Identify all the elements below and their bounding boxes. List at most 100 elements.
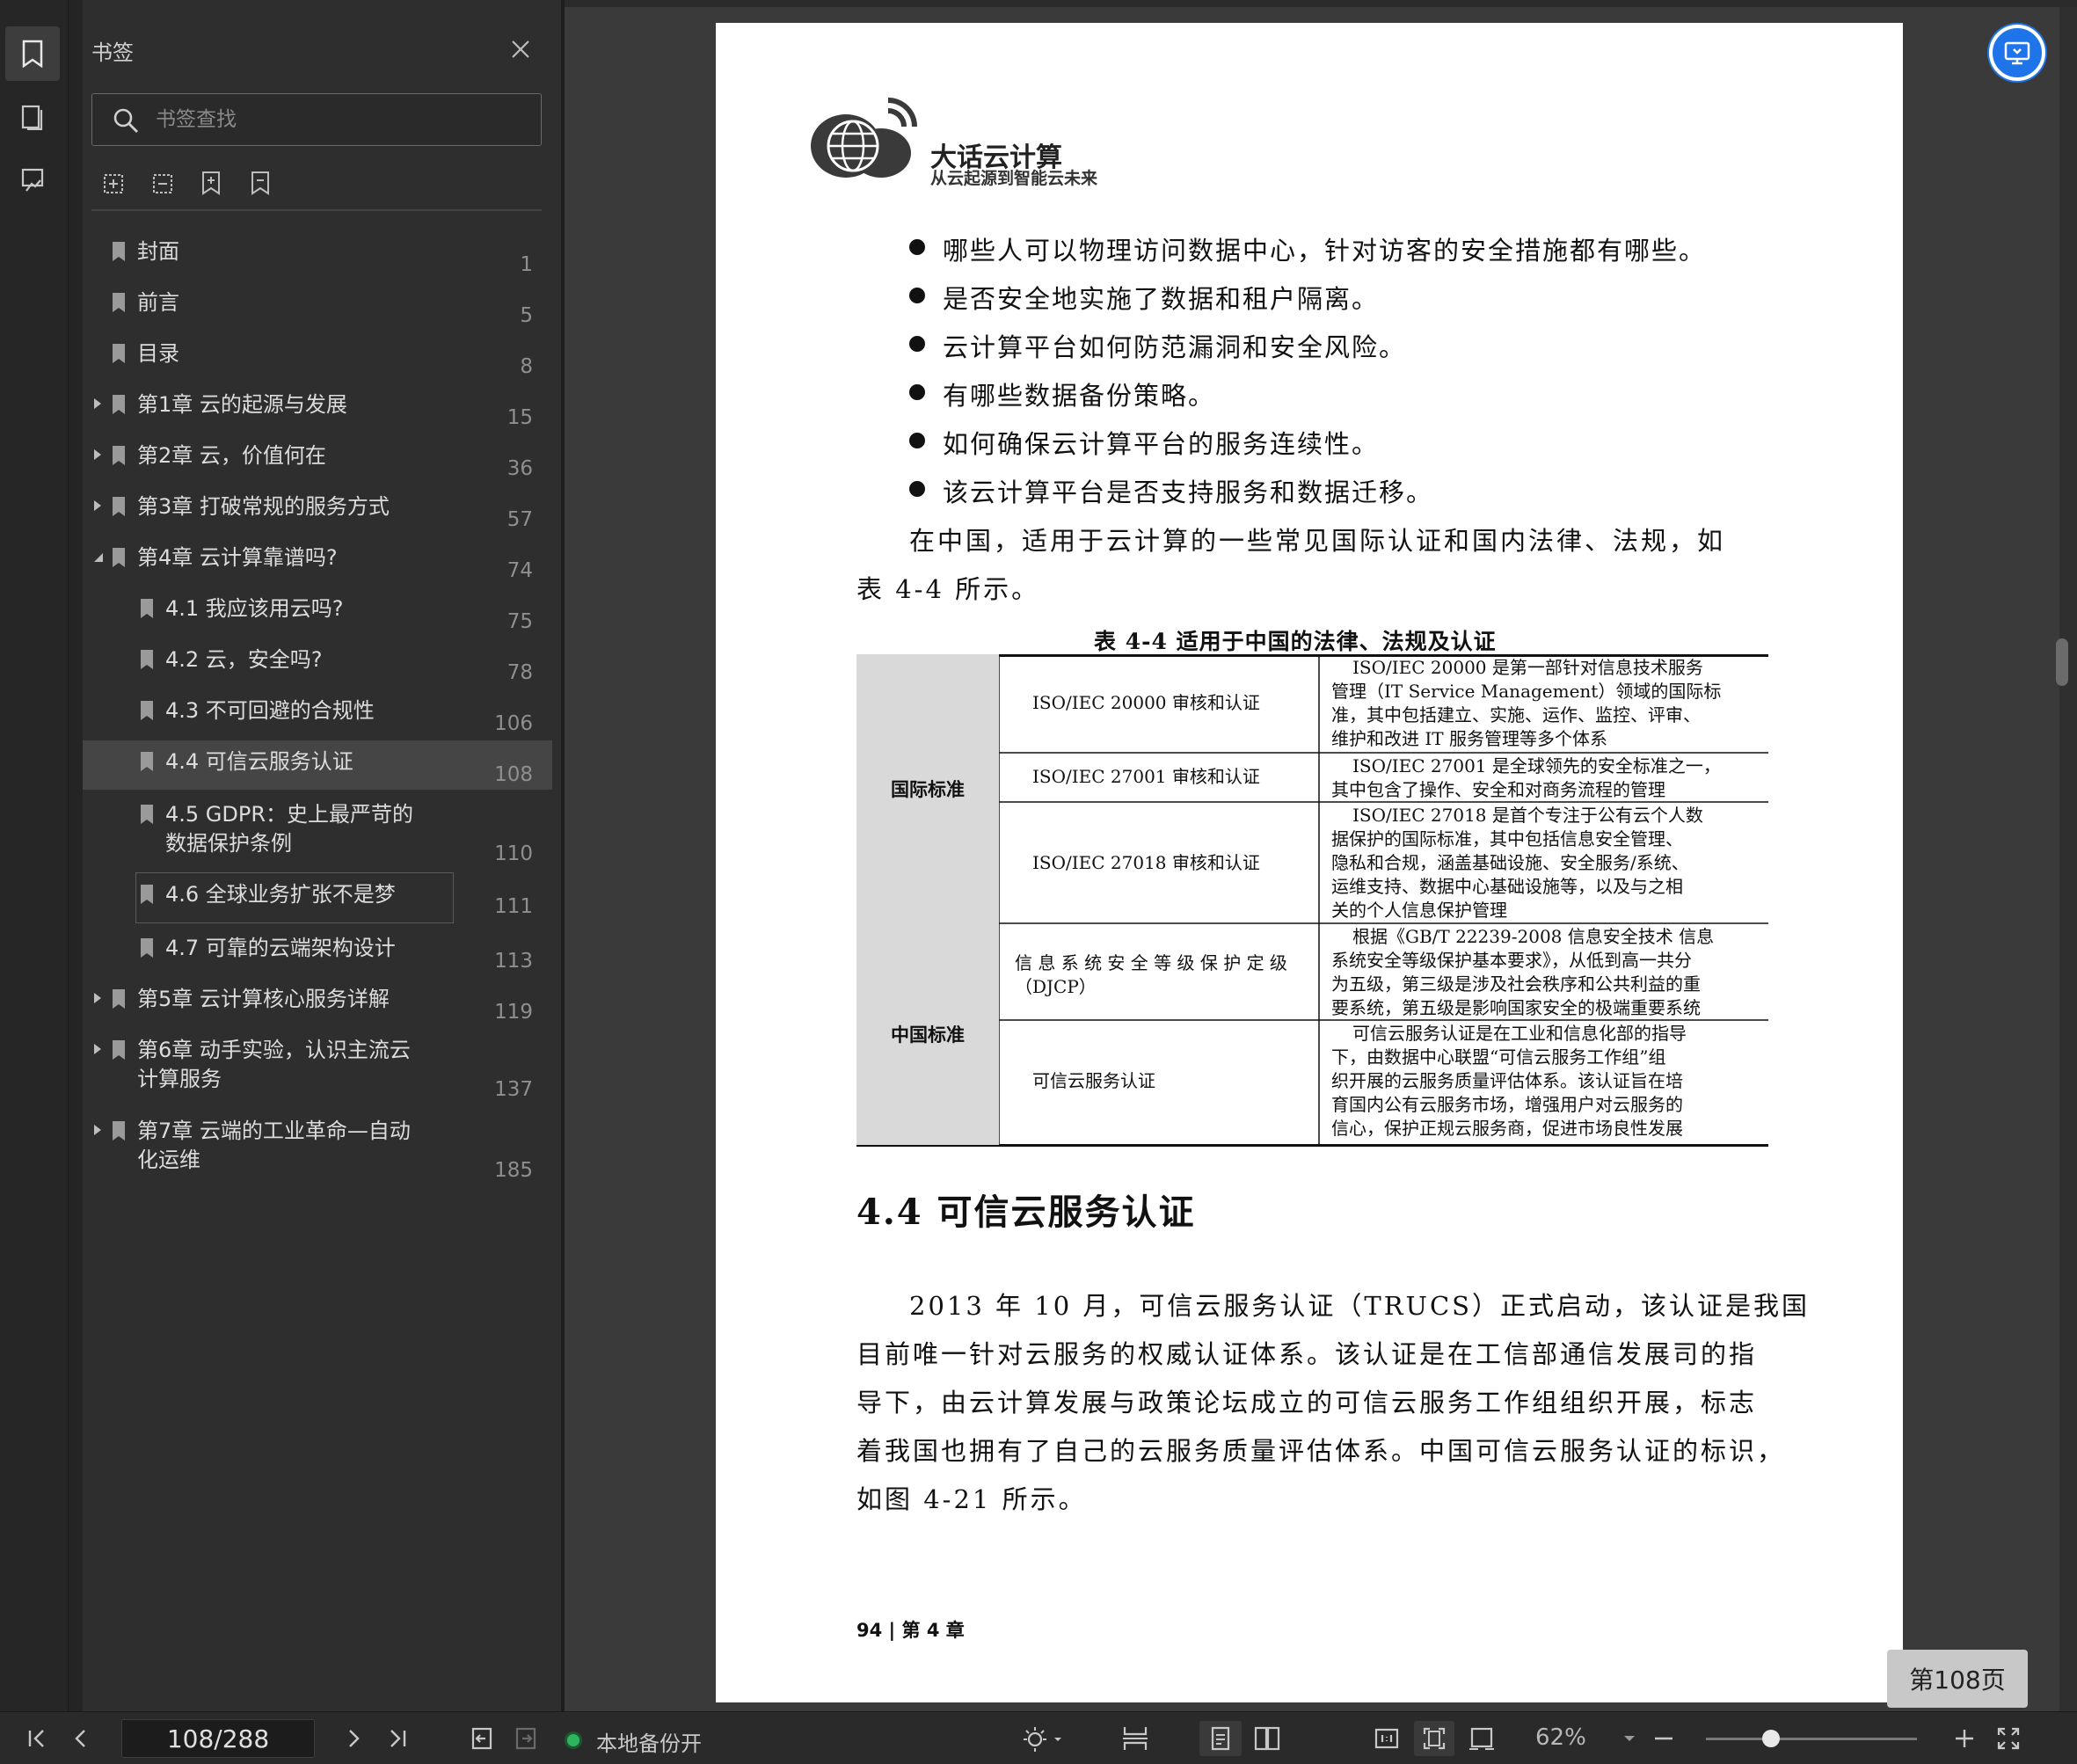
zoom-dropdown-icon[interactable] bbox=[1616, 1721, 1643, 1756]
bookmark-page: 74 bbox=[506, 559, 533, 582]
close-icon[interactable] bbox=[506, 35, 535, 63]
bookmark-page: 110 bbox=[494, 842, 533, 865]
next-page-icon[interactable] bbox=[336, 1721, 371, 1756]
actual-size-icon[interactable] bbox=[1366, 1721, 1407, 1756]
bookmark-item-4-6[interactable]: 4.6 全球业务扩张不是梦 bbox=[135, 872, 454, 923]
bookmark-item-chapter-3[interactable]: 第3章 打破常规的服务方式 57 bbox=[83, 485, 552, 533]
bookmark-item-4-5[interactable]: 4.5 GDPR：史上最严苛的 数据保护条例 110 bbox=[83, 793, 552, 869]
fit-page-icon[interactable] bbox=[1414, 1721, 1454, 1756]
document-page: 大话云计算 从云起源到智能云未来 哪些人可以物理访问数据中心，针对访客的安全措施… bbox=[716, 23, 1903, 1702]
first-page-icon[interactable] bbox=[19, 1721, 55, 1756]
two-page-icon[interactable] bbox=[1247, 1721, 1287, 1756]
bookmark-label: 第5章 云计算核心服务详解 bbox=[137, 987, 390, 1011]
screen-capture-icon[interactable] bbox=[1989, 25, 2045, 81]
table-caption: 表 4-4 适用于中国的法律、法规及认证 bbox=[1094, 629, 1497, 654]
bookmark-label: 第1章 云的起源与发展 bbox=[137, 392, 347, 417]
bookmark-item-4-4[interactable]: 4.4 可信云服务认证 108 bbox=[83, 740, 552, 790]
table-cell-desc: ISO/IEC 20000 是第一部针对信息技术服务 管理（IT Service… bbox=[1331, 657, 1722, 749]
bookmark-item-chapter-5[interactable]: 第5章 云计算核心服务详解 119 bbox=[83, 978, 552, 1025]
bookmark-item-4-3[interactable]: 4.3 不可回避的合规性 106 bbox=[83, 689, 552, 737]
page-number-input[interactable] bbox=[121, 1719, 315, 1758]
intro-paragraph-line: 在中国，适用于云计算的一些常见国际认证和国内法律、法规，如 bbox=[909, 526, 1726, 556]
table-cell-desc: 可信云服务认证是在工业和信息化部的指导 下，由数据中心联盟“可信云服务工作组”组… bbox=[1331, 1023, 1687, 1139]
fit-width-icon[interactable] bbox=[1461, 1721, 1502, 1756]
bookmark-label: 第3章 打破常规的服务方式 bbox=[137, 494, 390, 519]
bookmark-label: 第7章 云端的工业革命—自动 化运维 bbox=[137, 1119, 411, 1172]
bookmark-page: 1 bbox=[520, 253, 533, 276]
zoom-in-icon[interactable] bbox=[1947, 1721, 1982, 1756]
section-heading: 4.4 可信云服务认证 bbox=[856, 1192, 1196, 1233]
add-bookmark-icon[interactable] bbox=[195, 167, 227, 199]
intro-paragraph-line: 表 4-4 所示。 bbox=[856, 574, 1040, 604]
bookmark-item-preface[interactable]: 前言 5 bbox=[83, 281, 552, 329]
bookmark-panel-icon[interactable] bbox=[5, 26, 60, 81]
bookmark-item-4-7[interactable]: 4.7 可靠的云端架构设计 113 bbox=[83, 927, 552, 974]
bookmark-item-chapter-1[interactable]: 第1章 云的起源与发展 15 bbox=[83, 383, 552, 431]
annotation-panel-icon[interactable] bbox=[5, 153, 60, 208]
collapse-caret-icon bbox=[94, 553, 103, 562]
bullet-dot bbox=[909, 336, 925, 352]
bookmark-page: 113 bbox=[494, 950, 533, 973]
expand-caret-icon bbox=[94, 500, 101, 511]
previous-page-icon[interactable] bbox=[63, 1721, 98, 1756]
bullet-item: 哪些人可以物理访问数据中心，针对访客的安全措施都有哪些。 bbox=[943, 236, 1707, 266]
panel-gutter bbox=[69, 0, 83, 1711]
bullet-item: 如何确保云计算平台的服务连续性。 bbox=[943, 429, 1380, 459]
bookmark-page: 75 bbox=[506, 610, 533, 633]
bookmark-item-chapter-7[interactable]: 第7章 云端的工业革命—自动 化运维 185 bbox=[83, 1110, 552, 1185]
continuous-scroll-icon[interactable] bbox=[1115, 1721, 1155, 1756]
bookmark-page: 36 bbox=[506, 457, 533, 480]
body-paragraph-line: 着我国也拥有了自己的云服务质量评估体系。中国可信云服务认证的标识， bbox=[856, 1436, 1786, 1466]
search-icon bbox=[112, 106, 140, 138]
bookmark-search-input[interactable] bbox=[156, 105, 525, 135]
bookmark-page: 119 bbox=[494, 1001, 533, 1024]
fullscreen-icon[interactable] bbox=[1991, 1721, 2026, 1756]
bullet-item: 云计算平台如何防范漏洞和安全风险。 bbox=[943, 332, 1407, 362]
zoom-slider-handle[interactable] bbox=[1762, 1730, 1780, 1747]
last-page-icon[interactable] bbox=[380, 1721, 415, 1756]
bookmark-page: 78 bbox=[506, 661, 533, 684]
zoom-level-select[interactable]: 62% bbox=[1535, 1724, 1586, 1751]
zoom-out-icon[interactable] bbox=[1646, 1721, 1681, 1756]
bookmark-label: 第6章 动手实验，认识主流云 计算服务 bbox=[137, 1038, 411, 1091]
bookmark-item-cover[interactable]: 封面 1 bbox=[83, 230, 552, 278]
bullet-item: 是否安全地实施了数据和租户隔离。 bbox=[943, 284, 1380, 314]
bookmark-label: 第4章 云计算靠谱吗? bbox=[137, 545, 338, 570]
table-cell-name: ISO/IEC 27018 审核和认证 bbox=[1032, 852, 1260, 873]
thumbnail-panel-icon[interactable] bbox=[5, 90, 60, 144]
page-footer: 94 | 第 4 章 bbox=[856, 1620, 965, 1641]
zoom-slider-track[interactable] bbox=[1706, 1738, 1917, 1740]
bookmark-item-chapter-4[interactable]: 第4章 云计算靠谱吗? 74 bbox=[83, 536, 552, 584]
bottom-toolbar: 本地备份开 62% bbox=[0, 1711, 2077, 1764]
single-page-icon[interactable] bbox=[1199, 1721, 1242, 1756]
vertical-scrollbar[interactable] bbox=[2059, 7, 2077, 1711]
eye-care-mode-icon[interactable] bbox=[1018, 1721, 1068, 1756]
body-paragraph-line: 如图 4-21 所示。 bbox=[856, 1484, 1087, 1514]
bookmark-label: 4.6 全球业务扩张不是梦 bbox=[165, 882, 396, 907]
expand-all-icon[interactable] bbox=[97, 167, 128, 199]
bookmark-page: 137 bbox=[494, 1078, 533, 1101]
bookmark-item-4-1[interactable]: 4.1 我应该用云吗? 75 bbox=[83, 587, 552, 635]
bookmark-item-chapter-6[interactable]: 第6章 动手实验，认识主流云 计算服务 137 bbox=[83, 1029, 552, 1104]
remove-bookmark-icon[interactable] bbox=[244, 167, 276, 199]
collapse-all-icon[interactable] bbox=[146, 167, 178, 199]
go-forward-icon[interactable] bbox=[508, 1721, 543, 1756]
table-cell-name: ISO/IEC 20000 审核和认证 bbox=[1032, 692, 1260, 713]
bookmark-item-chapter-2[interactable]: 第2章 云，价值何在 36 bbox=[83, 434, 552, 482]
bookmark-label: 目录 bbox=[137, 341, 179, 366]
bookmark-search-box[interactable] bbox=[91, 93, 542, 146]
bookmark-label: 4.3 不可回避的合规性 bbox=[165, 698, 375, 723]
go-back-icon[interactable] bbox=[464, 1721, 499, 1756]
scrollbar-thumb[interactable] bbox=[2056, 638, 2068, 686]
bookmark-item-toc[interactable]: 目录 8 bbox=[83, 332, 552, 380]
expand-caret-icon bbox=[94, 1125, 101, 1135]
table-group-intl: 国际标准 bbox=[856, 654, 999, 923]
backup-status-label[interactable]: 本地备份开 bbox=[596, 1726, 702, 1757]
bookmark-toolbar bbox=[97, 167, 276, 202]
logo-subtitle: 从云起源到智能云未来 bbox=[930, 169, 1098, 188]
bookmark-page: 106 bbox=[494, 712, 533, 735]
panel-title: 书签 bbox=[91, 40, 134, 65]
bookmark-page: 8 bbox=[520, 355, 533, 378]
bookmark-item-4-2[interactable]: 4.2 云，安全吗? 78 bbox=[83, 638, 552, 686]
bullet-dot bbox=[909, 433, 925, 448]
